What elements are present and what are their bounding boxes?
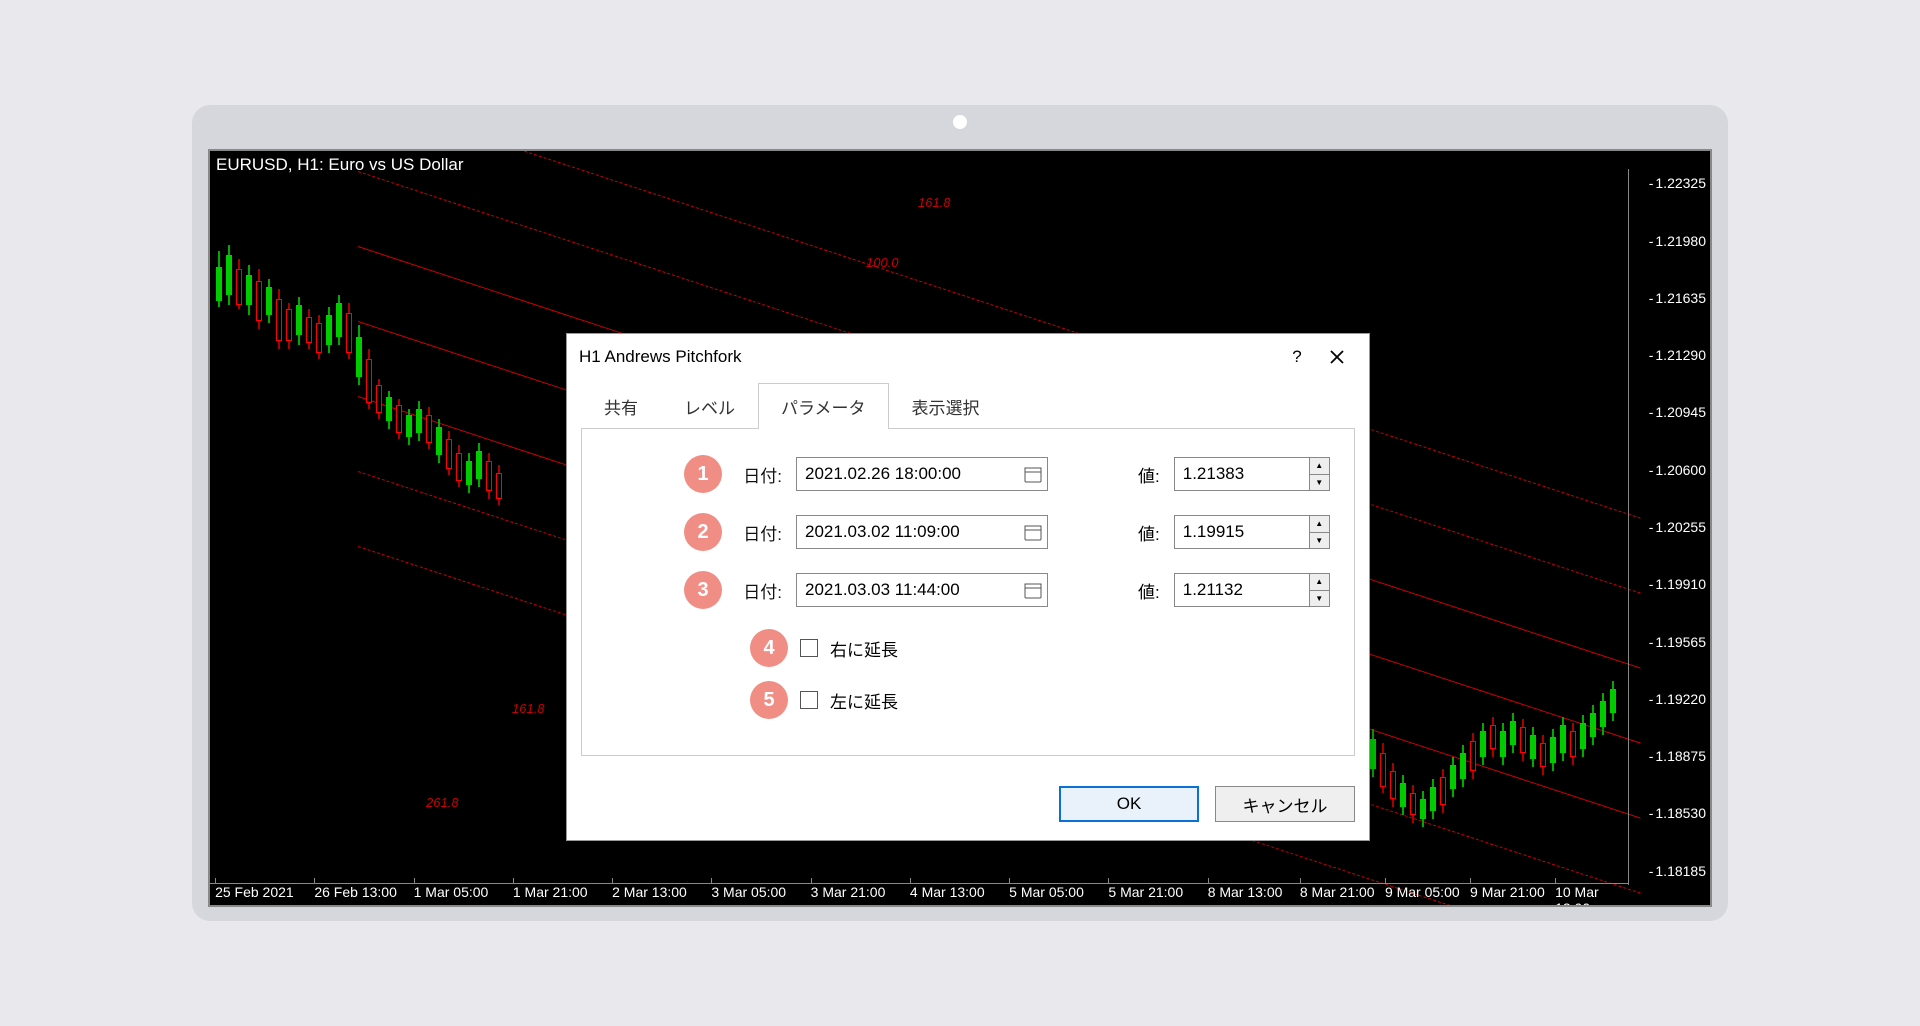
time-tick: 3 Mar 05:00 — [711, 884, 786, 900]
spin-up-icon[interactable]: ▲ — [1310, 574, 1329, 591]
price-tick: 1.21290 — [1649, 347, 1706, 363]
calendar-icon[interactable] — [1023, 522, 1043, 542]
price-tick: 1.19220 — [1649, 691, 1706, 707]
price-tick: 1.18875 — [1649, 748, 1706, 764]
tab-share[interactable]: 共有 — [581, 383, 661, 429]
price-tick: 1.19910 — [1649, 576, 1706, 592]
param-row-3: 3 日付: 2021.03.03 11:44:00 値: 1.21132 ▲▼ — [602, 571, 1334, 609]
value-number[interactable]: 1.21132 — [1175, 574, 1309, 606]
value-label: 値: — [1138, 462, 1160, 487]
calendar-icon[interactable] — [1023, 464, 1043, 484]
date-label: 日付: — [736, 578, 782, 603]
price-axis: 1.22325 1.21980 1.21635 1.21290 1.20945 … — [1628, 169, 1710, 885]
date-label: 日付: — [736, 462, 782, 487]
param-row-1: 1 日付: 2021.02.26 18:00:00 値: 1.21383 ▲▼ — [602, 455, 1334, 493]
time-axis: 25 Feb 2021 26 Feb 13:00 1 Mar 05:00 1 M… — [210, 883, 1628, 905]
tab-bar: 共有 レベル パラメータ 表示選択 — [581, 382, 1355, 429]
spin-down-icon[interactable]: ▼ — [1310, 533, 1329, 549]
time-tick: 1 Mar 05:00 — [414, 884, 489, 900]
badge-2: 2 — [684, 513, 722, 551]
price-tick: 1.21635 — [1649, 290, 1706, 306]
tab-content: 1 日付: 2021.02.26 18:00:00 値: 1.21383 ▲▼ — [581, 429, 1355, 756]
extend-left-checkbox[interactable] — [800, 691, 818, 709]
time-tick: 9 Mar 21:00 — [1470, 884, 1545, 900]
dialog-footer: OK キャンセル — [567, 772, 1369, 840]
cancel-button[interactable]: キャンセル — [1215, 786, 1355, 822]
tab-parameters[interactable]: パラメータ — [758, 383, 889, 429]
price-tick: 1.19565 — [1649, 634, 1706, 650]
help-button[interactable]: ? — [1277, 338, 1317, 376]
value-input-3[interactable]: 1.21132 ▲▼ — [1174, 573, 1330, 607]
extend-left-label: 左に延長 — [830, 688, 898, 713]
close-icon — [1330, 350, 1344, 364]
value-label: 値: — [1138, 578, 1160, 603]
extend-right-label: 右に延長 — [830, 636, 898, 661]
time-tick: 5 Mar 05:00 — [1009, 884, 1084, 900]
date-input-3[interactable]: 2021.03.03 11:44:00 — [796, 573, 1048, 607]
chart-area[interactable]: EURUSD, H1: Euro vs US Dollar 161.8 100.… — [208, 149, 1712, 907]
pitchfork-properties-dialog[interactable]: H1 Andrews Pitchfork ? 共有 レベル パラメータ 表示選択 — [566, 333, 1370, 841]
browser-camera-dot — [953, 115, 967, 129]
value-label: 値: — [1138, 520, 1160, 545]
extend-right-checkbox[interactable] — [800, 639, 818, 657]
time-tick: 8 Mar 13:00 — [1208, 884, 1283, 900]
value-number[interactable]: 1.21383 — [1175, 458, 1309, 490]
price-tick: 1.22325 — [1649, 175, 1706, 191]
date-label: 日付: — [736, 520, 782, 545]
badge-1: 1 — [684, 455, 722, 493]
date-value: 2021.03.02 11:09:00 — [805, 522, 960, 542]
spin-down-icon[interactable]: ▼ — [1310, 591, 1329, 607]
extend-right-row: 4 右に延長 — [602, 629, 1334, 667]
param-row-2: 2 日付: 2021.03.02 11:09:00 値: 1.19915 ▲▼ — [602, 513, 1334, 551]
time-tick: 2 Mar 13:00 — [612, 884, 687, 900]
time-tick: 8 Mar 21:00 — [1300, 884, 1375, 900]
time-tick: 10 Mar 13:00 — [1555, 884, 1626, 907]
badge-3: 3 — [684, 571, 722, 609]
badge-5: 5 — [750, 681, 788, 719]
time-tick: 9 Mar 05:00 — [1385, 884, 1460, 900]
date-value: 2021.03.03 11:44:00 — [805, 580, 960, 600]
price-tick: 1.18530 — [1649, 805, 1706, 821]
price-tick: 1.21980 — [1649, 233, 1706, 249]
extend-left-row: 5 左に延長 — [602, 681, 1334, 719]
time-tick: 4 Mar 13:00 — [910, 884, 985, 900]
value-input-2[interactable]: 1.19915 ▲▼ — [1174, 515, 1330, 549]
ok-button[interactable]: OK — [1059, 786, 1199, 822]
tab-display[interactable]: 表示選択 — [889, 383, 1003, 429]
value-number[interactable]: 1.19915 — [1175, 516, 1309, 548]
calendar-icon[interactable] — [1023, 580, 1043, 600]
date-input-2[interactable]: 2021.03.02 11:09:00 — [796, 515, 1048, 549]
price-tick: 1.20255 — [1649, 519, 1706, 535]
spin-up-icon[interactable]: ▲ — [1310, 458, 1329, 475]
price-tick: 1.18185 — [1649, 863, 1706, 879]
price-tick: 1.20945 — [1649, 404, 1706, 420]
time-tick: 25 Feb 2021 — [215, 884, 294, 900]
time-tick: 3 Mar 21:00 — [811, 884, 886, 900]
close-button[interactable] — [1317, 338, 1357, 376]
time-tick: 5 Mar 21:00 — [1108, 884, 1183, 900]
date-value: 2021.02.26 18:00:00 — [805, 464, 961, 484]
spin-down-icon[interactable]: ▼ — [1310, 475, 1329, 491]
tab-level[interactable]: レベル — [661, 383, 758, 429]
date-input-1[interactable]: 2021.02.26 18:00:00 — [796, 457, 1048, 491]
price-tick: 1.20600 — [1649, 462, 1706, 478]
time-tick: 26 Feb 13:00 — [314, 884, 397, 900]
value-input-1[interactable]: 1.21383 ▲▼ — [1174, 457, 1330, 491]
time-tick: 1 Mar 21:00 — [513, 884, 588, 900]
dialog-titlebar[interactable]: H1 Andrews Pitchfork ? — [567, 334, 1369, 380]
dialog-title: H1 Andrews Pitchfork — [579, 347, 742, 367]
badge-4: 4 — [750, 629, 788, 667]
spin-up-icon[interactable]: ▲ — [1310, 516, 1329, 533]
